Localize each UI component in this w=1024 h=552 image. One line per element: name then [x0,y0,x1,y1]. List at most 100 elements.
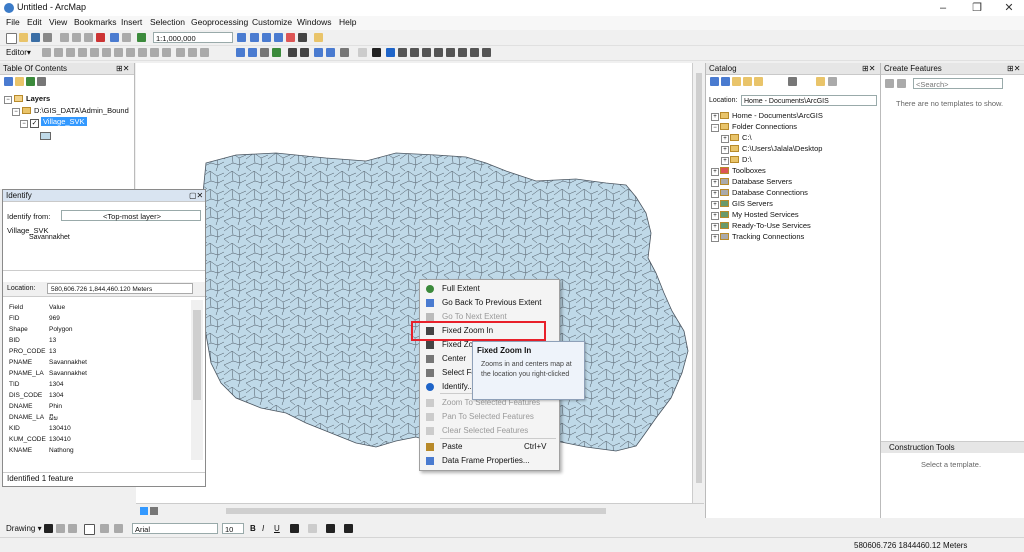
catalog-item[interactable]: C:\ [742,133,752,142]
marker-color-icon[interactable] [344,524,353,533]
go-to-xy-icon[interactable] [422,48,431,57]
list-by-drawing-order-icon[interactable] [4,77,13,86]
clear-selection-icon[interactable] [358,48,367,57]
new-folder-icon[interactable] [816,77,825,86]
cut-icon[interactable] [60,33,69,42]
editor-menu[interactable]: Editor▾ [6,48,31,57]
expander[interactable]: + [721,135,729,143]
layer-visibility-checkbox[interactable]: ✓ [30,119,39,128]
catalog-item[interactable]: My Hosted Services [732,210,799,219]
expander[interactable]: − [711,124,719,132]
create-features-icon[interactable] [200,48,209,57]
end-point-arc-icon[interactable] [78,48,87,57]
list-by-source-icon[interactable] [15,77,24,86]
redo-icon[interactable] [122,33,131,42]
menu-selection[interactable]: Selection [150,17,185,27]
line-color-icon[interactable] [326,524,335,533]
table-row[interactable]: BID 13 [9,337,189,347]
font-select[interactable]: Arial [132,523,218,534]
viewer-window-icon[interactable] [482,48,491,57]
table-scroll-thumb[interactable] [193,310,201,400]
menu-pan-to-selected[interactable]: Pan To Selected Features [420,410,559,424]
layout-view-icon[interactable] [150,507,158,515]
catalog-item[interactable]: D:\ [742,155,752,164]
fixed-zoom-in-icon[interactable] [288,48,297,57]
map-scrollbar-horizontal[interactable] [136,503,704,519]
menu-full-extent[interactable]: Full Extent [420,282,559,296]
maximize-button[interactable]: ❐ [962,0,992,16]
html-popup-icon[interactable] [458,48,467,57]
expander[interactable]: + [711,234,719,242]
menu-clear-selected[interactable]: Clear Selected Features [420,424,559,438]
bold-button[interactable]: B [250,524,256,533]
table-row[interactable]: PNAME_LA Savannakhet [9,370,189,380]
reshape-icon[interactable] [126,48,135,57]
identify-icon[interactable] [386,48,395,57]
scroll-thumb[interactable] [226,508,606,514]
cut-polygon-icon[interactable] [138,48,147,57]
home-icon[interactable] [743,77,752,86]
pin-icon[interactable]: ⊞✕ [116,63,129,75]
expander[interactable]: + [711,212,719,220]
copy-icon[interactable] [72,33,81,42]
zoom-to-selected-icon[interactable] [68,524,77,533]
back-icon[interactable] [710,77,719,86]
font-size-select[interactable]: 10 [222,523,244,534]
menu-edit[interactable]: Edit [27,17,42,27]
zoom-in-icon[interactable] [236,48,245,57]
python-icon[interactable] [298,33,307,42]
table-row[interactable]: FID 969 [9,315,189,325]
up-folder-icon[interactable] [732,77,741,86]
menu-customize[interactable]: Customize [252,17,292,27]
select-elements-icon[interactable] [372,48,381,57]
fixed-zoom-out-icon[interactable] [300,48,309,57]
expander[interactable]: + [711,168,719,176]
expander[interactable]: + [711,113,719,121]
model-builder-icon[interactable] [314,33,323,42]
find-icon[interactable] [398,48,407,57]
rotate-icon[interactable] [162,48,171,57]
table-row[interactable]: DNAME Phin [9,403,189,413]
underline-button[interactable]: U [274,524,280,533]
table-row[interactable]: KNAME Nathong [9,447,189,457]
edit-vertices-icon[interactable] [114,48,123,57]
layer-expander[interactable]: − [20,120,28,128]
edit-annotation-icon[interactable] [54,48,63,57]
minimize-button[interactable]: – [928,0,958,16]
pin-icon[interactable]: ⊞✕ [862,63,875,75]
refresh-icon[interactable] [828,77,837,86]
expander[interactable]: + [711,190,719,198]
table-row[interactable]: TID 1304 [9,381,189,391]
expander[interactable]: + [711,223,719,231]
layers-label[interactable]: Layers [26,94,50,103]
data-view-icon[interactable] [140,507,148,515]
italic-button[interactable]: I [262,524,264,533]
catalog-item[interactable]: Folder Connections [732,122,797,131]
new-document-icon[interactable] [6,33,17,44]
table-row[interactable]: PNAME Savannakhet [9,359,189,369]
table-row[interactable]: PRO_CODE 13 [9,348,189,358]
line-icon[interactable] [100,524,109,533]
paste-icon[interactable] [84,33,93,42]
expander[interactable]: + [721,157,729,165]
connect-folder-icon[interactable] [754,77,763,86]
go-back-icon[interactable] [314,48,323,57]
table-row[interactable]: KID 130410 [9,425,189,435]
select-features-icon[interactable] [340,48,349,57]
menu-bookmarks[interactable]: Bookmarks [74,17,117,27]
catalog-item[interactable]: Database Servers [732,177,792,186]
save-icon[interactable] [31,33,40,42]
toc-window-icon[interactable] [250,33,259,42]
rotate-icon[interactable] [56,524,65,533]
template-search[interactable]: <Search> [913,78,1003,89]
catalog-window-icon[interactable] [262,33,271,42]
layers-expander[interactable]: − [4,96,12,104]
location-value[interactable]: 580,606.726 1,844,460.120 Meters [47,283,193,294]
editor-toolbar-icon[interactable] [237,33,246,42]
identify-from-select[interactable]: <Top-most layer> [61,210,201,221]
map-scrollbar-vertical[interactable] [692,63,705,503]
arctoolbox-icon[interactable] [286,33,295,42]
catalog-item[interactable]: Ready-To-Use Services [732,221,811,230]
filter-icon[interactable] [897,79,906,88]
tree-child[interactable]: Savannakhet [29,234,70,241]
